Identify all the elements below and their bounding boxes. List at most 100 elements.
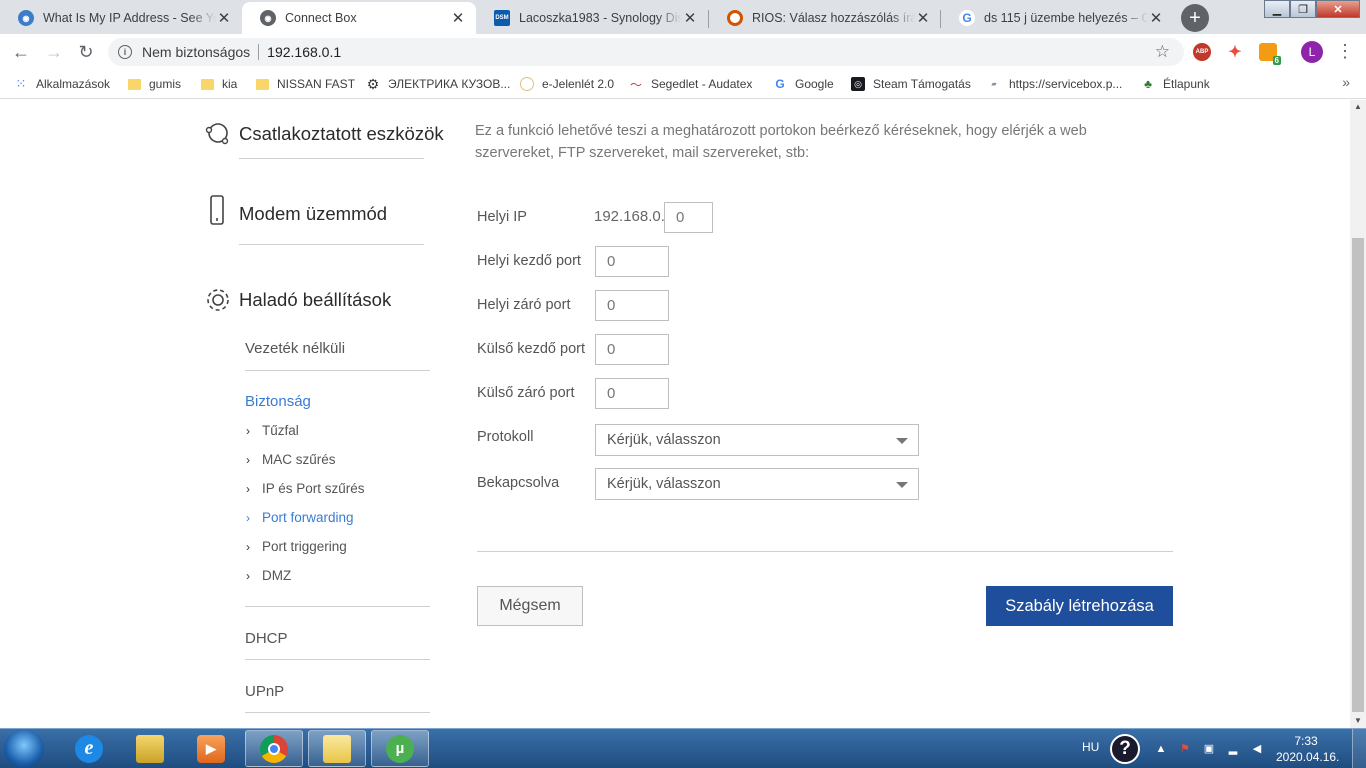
network-device-icon[interactable]: ▣ [1202,742,1216,756]
system-clock[interactable]: 7:33 2020.04.16. [1276,733,1339,765]
bookmark-label: Étlapunk [1163,77,1210,91]
bookmark-audatex[interactable]: 〜 Segedlet - Audatex [629,75,752,93]
sidebar-item-dhcp[interactable]: DHCP [245,630,288,647]
chevron-right-icon: › [246,539,250,554]
windows-taskbar: e ▶ µ HU ? ▲ ⚑ ▣ ▂ ◀ 7:33 2020.04.16. [0,728,1366,768]
extension-icon[interactable]: 6 [1259,43,1281,65]
bookmark-label: https://servicebox.p... [1009,77,1123,91]
utorrent-icon[interactable]: µ [371,730,429,767]
router-page: Csatlakoztatott eszközök Modem üzemmód H… [0,100,1350,728]
google-icon: G [775,77,785,91]
sidebar-item-port-triggering[interactable]: › Port triggering [246,539,347,554]
restore-icon[interactable]: ❐ [1290,0,1316,18]
close-tab-icon[interactable]: ✕ [915,9,931,27]
window-controls: ▁ ❐ ✕ [1264,0,1360,18]
flag-icon[interactable]: ⚑ [1178,742,1192,756]
bookmark-gumis[interactable]: gumis [128,75,181,93]
signal-icon[interactable]: ▂ [1226,742,1240,756]
cancel-button[interactable]: Mégsem [477,586,583,626]
bookmark-nissan[interactable]: NISSAN FAST [256,75,355,93]
local-start-port-input[interactable]: 0 [595,246,669,277]
scroll-thumb[interactable] [1352,238,1364,712]
bookmark-etlapunk[interactable]: ♣ Étlapunk [1141,75,1210,93]
bookmark-elektrika[interactable]: ⚙ ЭЛЕКТРИКА КУЗОВ... [366,75,511,93]
sidebar-item-dmz[interactable]: › DMZ [246,568,291,583]
enabled-select[interactable]: Kérjük, válasszon [595,468,919,500]
external-start-port-input[interactable]: 0 [595,334,669,365]
info-icon[interactable]: i [118,45,132,59]
protocol-select[interactable]: Kérjük, válasszon [595,424,919,456]
swoosh-icon: 〜 [629,77,642,92]
bookmark-apps[interactable]: ⁙ Alkalmazások [14,75,110,93]
media-player-icon[interactable]: ▶ [182,730,240,767]
bookmark-star-icon[interactable]: ☆ [1155,42,1170,62]
external-end-port-input[interactable]: 0 [595,378,669,409]
help-icon[interactable]: ? [1110,734,1140,764]
chevron-right-icon: › [246,481,250,496]
minimize-icon[interactable]: ▁ [1264,0,1290,18]
bookmarks-bar: ⁙ Alkalmazások gumis kia NISSAN FAST ⚙ Э… [0,70,1366,99]
scroll-up-icon[interactable]: ▲ [1350,100,1366,114]
tab-connect-box[interactable]: ◉ Connect Box ✕ [242,2,476,34]
sidebar-item-advanced-settings[interactable]: Haladó beállítások [204,286,391,314]
menu-icon[interactable]: ⋮ [1336,41,1354,63]
divider [245,712,430,713]
tab-google-search[interactable]: G ds 115 j üzembe helyezés – Google ✕ [941,2,1174,34]
bookmark-steam[interactable]: ◎ Steam Támogatás [851,75,971,93]
close-tab-icon[interactable]: ✕ [1148,9,1164,27]
close-tab-icon[interactable]: ✕ [216,9,232,27]
tab-what-is-my-ip[interactable]: ◉ What Is My IP Address - See Your ✕ [0,2,242,34]
folder-icon[interactable] [308,730,366,767]
internet-explorer-icon[interactable]: e [60,730,118,767]
local-ip-input[interactable]: 0 [664,202,713,233]
bookmark-kia[interactable]: kia [201,75,237,93]
file-explorer-icon[interactable] [121,730,179,767]
adblock-plus-icon[interactable]: ABP [1193,43,1211,61]
bookmarks-overflow-icon[interactable]: » [1342,74,1350,90]
scroll-down-icon[interactable]: ▼ [1350,714,1366,728]
close-tab-icon[interactable]: ✕ [450,9,466,27]
tab-title: ds 115 j üzembe helyezés – Google [984,11,1148,25]
local-end-port-label: Helyi záró port [477,297,571,313]
create-rule-button[interactable]: Szabály létrehozása [986,586,1173,626]
bookmark-servicebox[interactable]: ▰ https://servicebox.p... [987,75,1122,93]
address-bar[interactable]: i Nem biztonságos 192.168.0.1 ☆ [108,38,1184,66]
sidebar-item-wireless[interactable]: Vezeték nélküli [245,340,345,357]
bookmark-label: Segedlet - Audatex [651,77,753,91]
bookmark-label: Alkalmazások [36,77,111,91]
sidebar-item-firewall[interactable]: › Tűzfal [246,423,299,438]
bookmark-label: ЭЛЕКТРИКА КУЗОВ... [388,77,511,91]
url-text[interactable]: 192.168.0.1 [267,44,341,60]
sidebar-item-ip-port-filter[interactable]: › IP és Port szűrés [246,481,365,496]
sidebar-item-upnp[interactable]: UPnP [245,683,284,700]
sidebar-item-security[interactable]: Biztonság [245,393,311,410]
sidebar-item-connected-devices[interactable]: Csatlakoztatott eszközök [204,120,444,148]
chef-icon: ♣ [1144,77,1152,91]
extension-badge: 6 [1272,56,1281,65]
tab-rios[interactable]: RIOS: Válasz hozzászólás írása - ✕ [709,2,941,34]
show-desktop-button[interactable] [1352,729,1366,768]
sidebar-item-modem-mode[interactable]: Modem üzemmód [204,195,387,228]
sidebar-leaf-label: IP és Port szűrés [262,481,365,496]
forward-icon[interactable]: → [42,40,66,64]
profile-avatar[interactable]: L [1301,41,1323,63]
back-icon[interactable]: ← [9,40,33,64]
new-tab-button[interactable]: + [1181,4,1209,32]
local-end-port-input[interactable]: 0 [595,290,669,321]
language-indicator[interactable]: HU [1082,740,1099,754]
tray-expand-icon[interactable]: ▲ [1154,742,1168,756]
chrome-icon[interactable] [245,730,303,767]
close-window-icon[interactable]: ✕ [1316,0,1360,18]
page-scrollbar[interactable]: ▲ ▼ [1350,100,1366,728]
sidebar-item-mac-filter[interactable]: › MAC szűrés [246,452,336,467]
pinwheel-extension-icon[interactable]: ✦ [1226,43,1244,61]
globe-icon: ◉ [18,10,34,26]
tab-synology[interactable]: DSM Lacoszka1983 - Synology DiskStation … [476,2,708,34]
start-button[interactable] [4,730,44,768]
bookmark-e-jelenlet[interactable]: e-Jelenlét 2.0 [520,75,614,93]
close-tab-icon[interactable]: ✕ [682,9,698,27]
reload-icon[interactable]: ↻ [74,40,98,64]
bookmark-google[interactable]: G Google [773,75,833,93]
volume-muted-icon[interactable]: ◀ [1250,742,1264,756]
sidebar-item-port-forwarding[interactable]: › Port forwarding [246,510,354,525]
